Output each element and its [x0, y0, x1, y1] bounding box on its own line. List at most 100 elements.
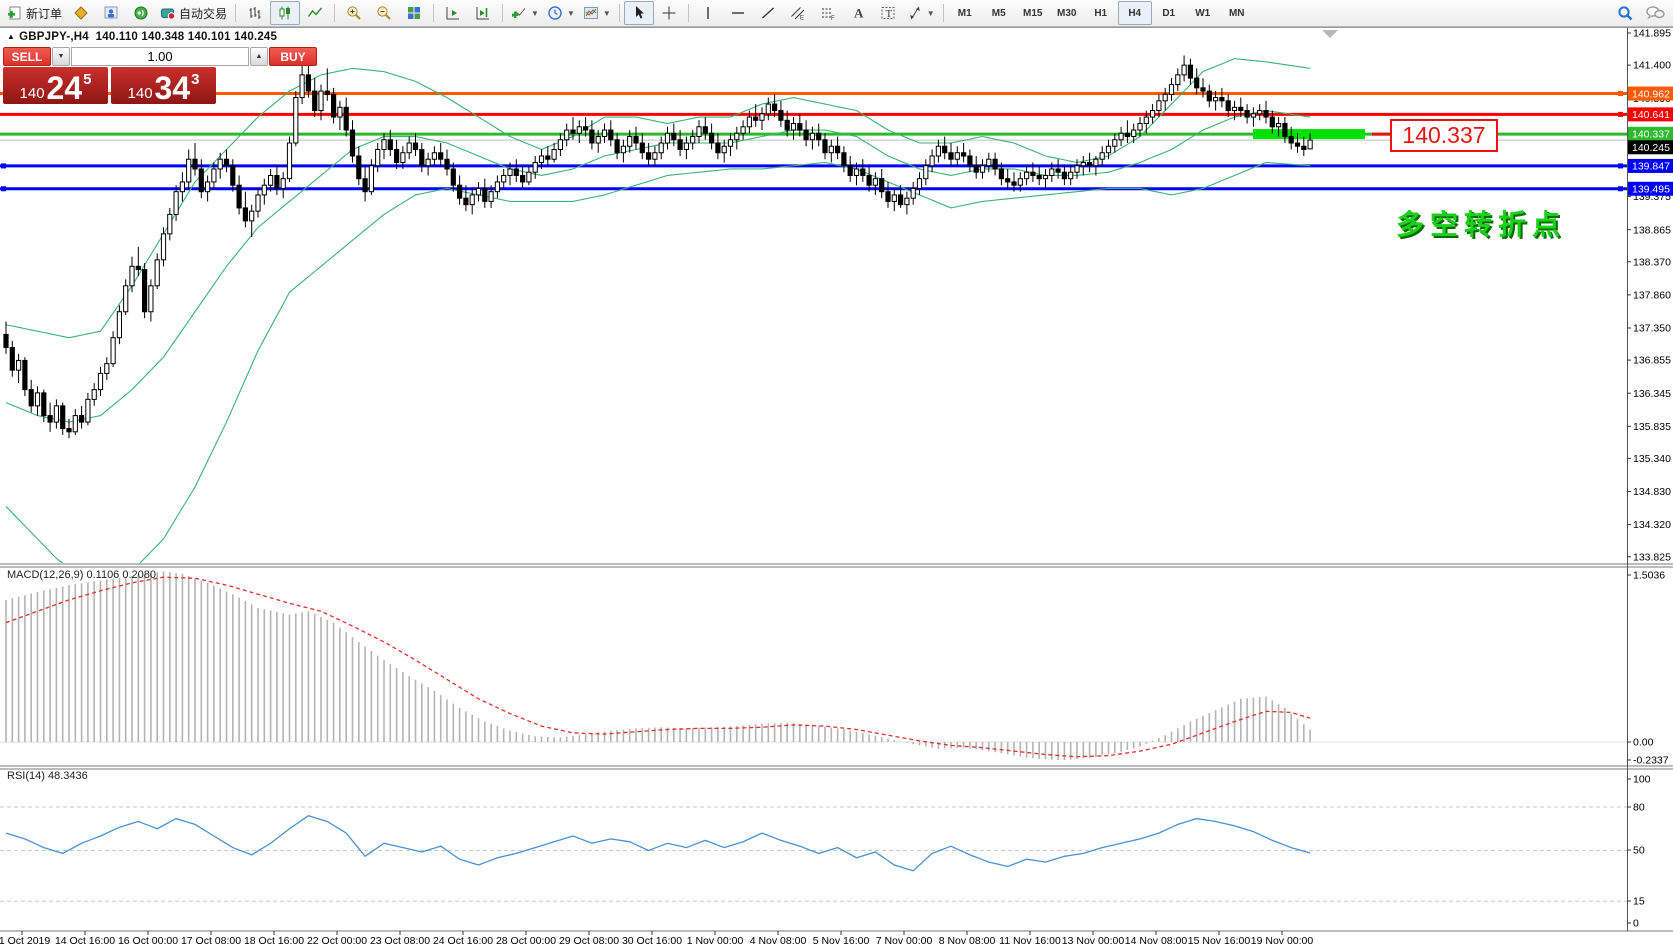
svg-text:F: F [831, 16, 835, 21]
autotrading-label: 自动交易 [179, 5, 227, 22]
rsi-axis-label: 0 [1633, 918, 1639, 930]
text-tool-button[interactable]: A [843, 1, 873, 25]
toolbar-separator [943, 4, 944, 22]
candlestick-chart-icon [277, 5, 293, 21]
auto-scroll-button[interactable] [438, 1, 468, 25]
signals-button[interactable] [126, 1, 156, 25]
zoom-out-button[interactable] [369, 1, 399, 25]
volume-input[interactable] [71, 47, 249, 66]
hline-handle[interactable] [1, 186, 6, 191]
zoom-in-button[interactable] [339, 1, 369, 25]
hline-handle[interactable] [1618, 186, 1623, 191]
toolbar-separator [235, 4, 236, 22]
indicators-button[interactable]: ▼ [507, 1, 543, 25]
hline-handle[interactable] [1618, 91, 1623, 96]
sell-button[interactable]: SELL [3, 47, 51, 66]
rsi-axis-label: 15 [1633, 896, 1645, 908]
trendline-tool-button[interactable] [753, 1, 783, 25]
bollinger-middle-band [6, 111, 1310, 423]
periods-button[interactable]: ▼ [543, 1, 579, 25]
channel-tool-button[interactable]: E [783, 1, 813, 25]
arrows-tool-button[interactable]: ▼ [903, 1, 939, 25]
templates-button[interactable]: ▼ [579, 1, 615, 25]
dropdown-caret: ▼ [927, 9, 935, 18]
price-tick-label: 133.825 [1633, 551, 1671, 563]
dropdown-caret: ▼ [603, 9, 611, 18]
volume-increase-button[interactable]: ▲ [250, 47, 268, 66]
time-axis[interactable]: 11 Oct 201914 Oct 16:0016 Oct 00:0017 Oc… [0, 931, 1313, 947]
timeframe-button-M30[interactable]: M30 [1050, 1, 1084, 25]
price-tick-label: 135.835 [1633, 421, 1671, 433]
rsi-panel [0, 807, 1627, 901]
candlesticks [4, 55, 1312, 438]
horizontal-line-tool-button[interactable] [723, 1, 753, 25]
tile-windows-button[interactable] [399, 1, 429, 25]
dropdown-caret: ▼ [531, 9, 539, 18]
editor-button[interactable] [66, 1, 96, 25]
time-tick-label: 19 Nov 00:00 [1251, 935, 1314, 947]
chart-shift-button[interactable] [468, 1, 498, 25]
fibonacci-tool-button[interactable]: F [813, 1, 843, 25]
line-chart-button[interactable] [300, 1, 330, 25]
rsi-axis-label: 80 [1633, 802, 1645, 814]
svg-text:A: A [854, 6, 864, 21]
timeframe-button-D1[interactable]: D1 [1152, 1, 1186, 25]
price-line-label: 139.847 [1628, 159, 1673, 173]
macd-axis-label: 1.5036 [1633, 570, 1665, 582]
new-order-button[interactable]: 新订单 [3, 1, 66, 25]
market-watch-button[interactable] [96, 1, 126, 25]
price-line-label: 140.641 [1628, 107, 1673, 121]
timeframe-button-M15[interactable]: M15 [1016, 1, 1050, 25]
main-toolbar: 新订单 自动交易 ▼ ▼ [0, 0, 1673, 27]
market-watch-icon [103, 5, 119, 21]
vertical-line-tool-button[interactable] [693, 1, 723, 25]
time-tick-label: 11 Oct 2019 [0, 935, 50, 947]
buy-price-display[interactable]: 140343 [111, 67, 216, 104]
buy-price-prefix: 140 [128, 86, 153, 101]
hline-handle[interactable] [1618, 163, 1623, 168]
rsi-axis-label: 100 [1633, 774, 1651, 786]
autotrading-icon [160, 5, 176, 21]
hline-handle[interactable] [1, 163, 6, 168]
price-line-label: 140.245 [1628, 140, 1673, 154]
sell-price-prefix: 140 [20, 86, 45, 101]
buy-button[interactable]: BUY [269, 47, 317, 66]
sell-price-display[interactable]: 140245 [3, 67, 108, 104]
time-tick-label: 11 Nov 16:00 [999, 935, 1061, 947]
dropdown-caret: ▼ [567, 9, 575, 18]
price-tick-label: 137.860 [1633, 289, 1671, 301]
timeframe-button-W1[interactable]: W1 [1186, 1, 1220, 25]
timeframe-button-H4[interactable]: H4 [1118, 1, 1152, 25]
toolbar-separator [334, 4, 335, 22]
price-tick-label: 134.830 [1633, 486, 1671, 498]
autotrading-button[interactable]: 自动交易 [156, 1, 231, 25]
timeframe-button-MN[interactable]: MN [1220, 1, 1254, 25]
cursor-tool-button[interactable] [624, 1, 654, 25]
price-axis[interactable]: 141.895141.400140.890139.375138.865138.3… [1627, 28, 1673, 930]
chart-shift-icon [475, 5, 491, 21]
zoom-in-icon [346, 5, 362, 21]
candlestick-chart-button[interactable] [270, 1, 300, 25]
timeframe-button-M5[interactable]: M5 [982, 1, 1016, 25]
svg-text:140.962: 140.962 [1632, 88, 1670, 100]
turning-point-annotation[interactable]: 多空转折点 [1396, 203, 1566, 243]
chart-shift-marker[interactable] [1322, 30, 1338, 38]
timeframe-button-H1[interactable]: H1 [1084, 1, 1118, 25]
chat-button[interactable] [1640, 1, 1670, 25]
search-button[interactable] [1610, 1, 1640, 25]
hline-handle[interactable] [1618, 112, 1623, 117]
periods-icon [547, 5, 563, 21]
highlight-segment[interactable] [1253, 129, 1365, 139]
sell-price-sup: 5 [83, 71, 91, 88]
label-tool-button[interactable]: T [873, 1, 903, 25]
sell-price-big: 24 [47, 75, 83, 101]
price-callout-box[interactable]: 140.337 [1390, 119, 1498, 152]
macd-axis-label: -0.2337 [1633, 755, 1669, 767]
timeframe-button-M1[interactable]: M1 [948, 1, 982, 25]
crosshair-tool-button[interactable] [654, 1, 684, 25]
collapse-icon[interactable]: ▲ [7, 32, 15, 41]
bar-chart-button[interactable] [240, 1, 270, 25]
volume-decrease-button[interactable]: ▼ [52, 47, 70, 66]
price-line-label: 139.495 [1628, 182, 1673, 196]
rsi-line [6, 816, 1310, 871]
